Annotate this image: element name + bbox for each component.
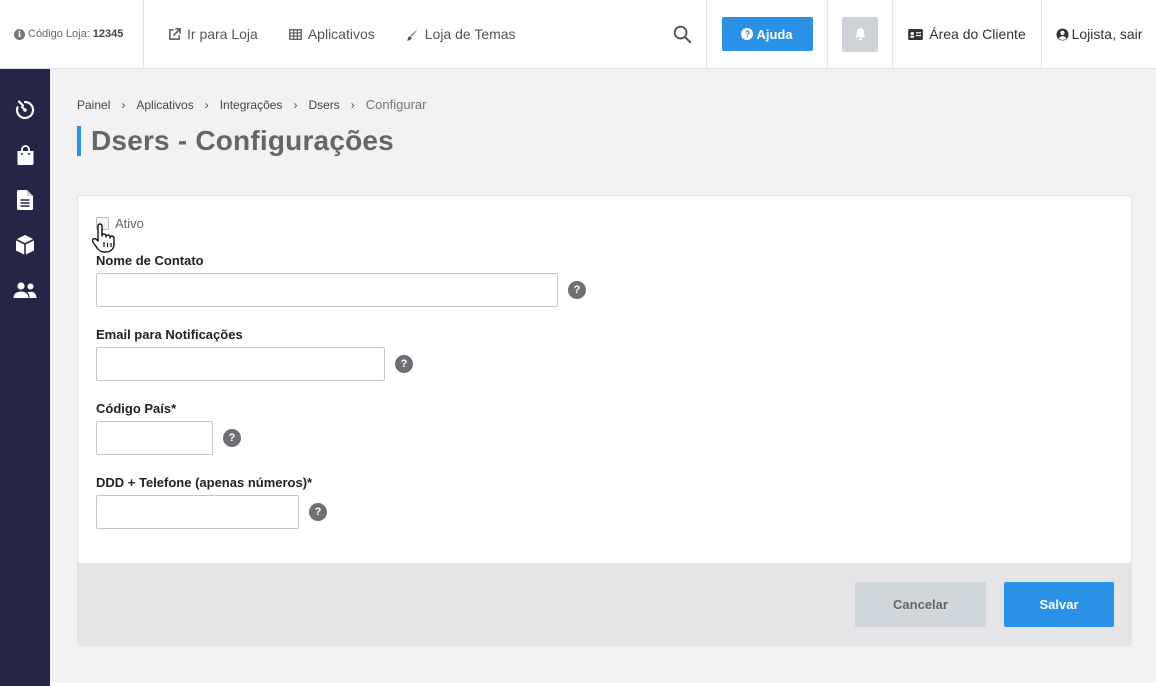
contact-name-field: Nome de Contato ? [96,253,586,307]
help-zone: ? Ajuda [707,0,828,69]
breadcrumb-aplicativos[interactable]: Aplicativos [136,98,193,112]
nav-go-to-store[interactable]: Ir para Loja [168,26,258,42]
notifications-button[interactable] [842,16,878,52]
top-nav: Ir para Loja Aplicativos Loja de Temas [144,26,657,42]
help-button[interactable]: ? Ajuda [721,17,813,51]
external-link-icon [169,27,181,40]
nav-theme-store-label: Loja de Temas [424,26,516,42]
nav-apps[interactable]: Aplicativos [289,26,375,42]
notification-email-label: Email para Notificações [96,327,243,342]
sidebar-item-orders[interactable] [0,132,50,177]
sidebar-item-customers[interactable] [0,267,50,312]
logout-link[interactable]: Lojista, sair [1042,0,1156,69]
help-icon[interactable]: ? [223,429,241,447]
nav-apps-label: Aplicativos [307,26,375,42]
bell-icon [854,27,866,41]
id-card-icon [908,28,924,40]
store-code: i Código Loja: 12345 [0,0,144,69]
client-area-link[interactable]: Área do Cliente [893,0,1042,69]
store-code-label: Código Loja: [28,28,90,40]
chevron-right-icon: › [204,97,209,112]
logout-label: Lojista, sair [1071,26,1143,42]
settings-form-card: Ativo Nome de Contato ? Email para Notif… [77,195,1132,646]
shopping-bag-icon [17,144,33,165]
notifications-zone [828,0,893,69]
phone-field: DDD + Telefone (apenas números)* ? [96,475,327,529]
top-bar: i Código Loja: 12345 Ir para Loja Aplica… [0,0,1156,69]
contact-name-input[interactable] [96,273,558,307]
grid-icon [289,28,302,40]
phone-label: DDD + Telefone (apenas números)* [96,475,313,490]
active-checkbox-label[interactable]: Ativo [115,216,144,231]
form-footer: Cancelar Salvar [78,563,1131,645]
nav-go-to-store-label: Ir para Loja [187,26,258,42]
cancel-button[interactable]: Cancelar [855,582,986,627]
phone-input[interactable] [96,495,299,529]
breadcrumb-current: Configurar [365,97,427,112]
brush-icon [406,28,418,41]
chevron-right-icon: › [121,97,126,112]
country-code-input[interactable] [96,421,213,455]
users-icon [13,281,37,298]
info-icon: i [14,28,25,40]
sidebar-item-documents[interactable] [0,177,50,222]
chevron-right-icon: › [350,97,355,112]
notification-email-field: Email para Notificações ? [96,327,413,381]
breadcrumb-dsers[interactable]: Dsers [308,98,339,112]
page-title: Dsers - Configurações [77,126,394,156]
help-icon[interactable]: ? [309,503,327,521]
box-icon [15,234,35,255]
country-code-label: Código País* [96,401,177,416]
country-code-field: Código País* ? [96,401,241,455]
help-icon[interactable]: ? [395,355,413,373]
help-button-label: Ajuda [756,26,793,42]
search-button[interactable] [657,0,707,69]
breadcrumb-painel[interactable]: Painel [77,98,110,112]
help-icon[interactable]: ? [568,281,586,299]
hand-pointer-icon [92,223,115,253]
breadcrumb: Painel › Aplicativos › Integrações › Dse… [77,97,426,112]
notification-email-input[interactable] [96,347,385,381]
breadcrumb-integracoes[interactable]: Integrações [220,98,283,112]
sidebar-item-dashboard[interactable] [0,87,50,132]
store-code-value: 12345 [92,28,124,40]
sidebar-item-products[interactable] [0,222,50,267]
save-button[interactable]: Salvar [1004,582,1114,627]
client-area-label: Área do Cliente [929,26,1026,42]
user-circle-icon [1056,27,1069,41]
document-icon [17,189,33,210]
search-icon [673,25,692,43]
nav-theme-store[interactable]: Loja de Temas [406,26,516,42]
contact-name-label: Nome de Contato [96,253,204,268]
question-circle-icon: ? [741,28,754,40]
sidebar [0,69,50,686]
dashboard-timer-icon [15,99,35,119]
chevron-right-icon: › [293,97,298,112]
